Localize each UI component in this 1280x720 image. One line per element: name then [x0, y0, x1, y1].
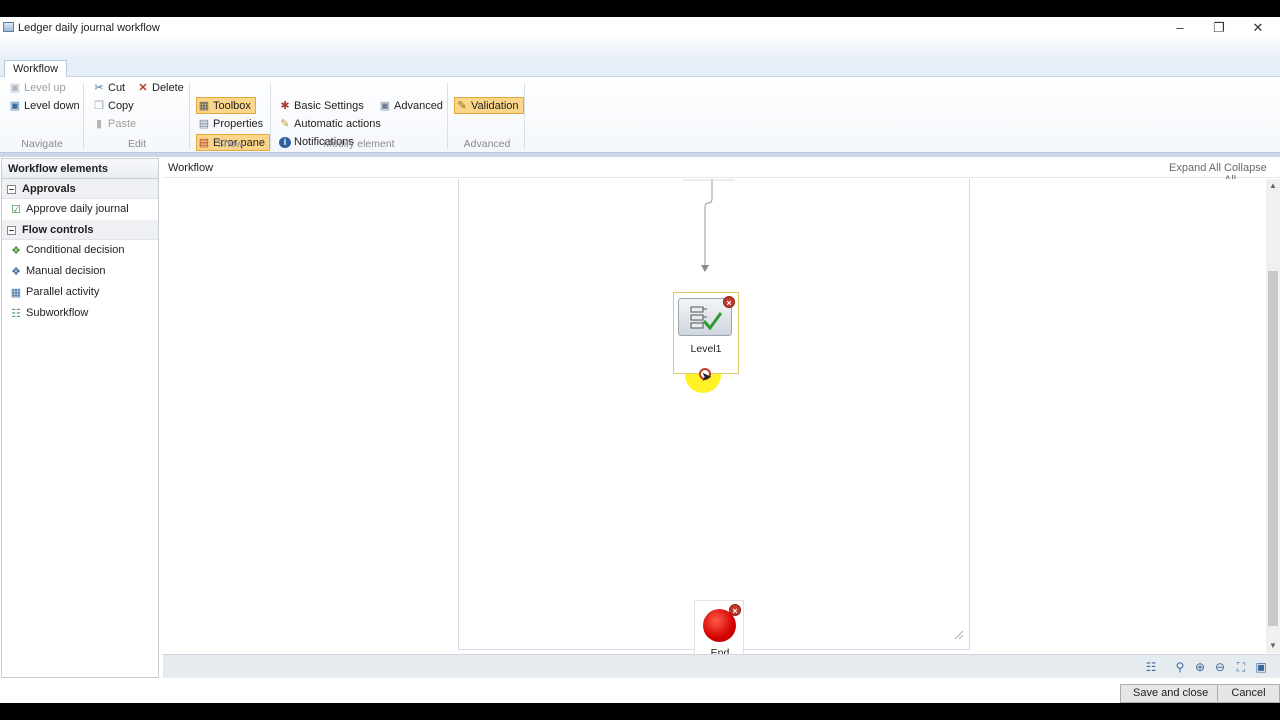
list-item-subworkflow[interactable]: ☷ Subworkflow — [2, 303, 158, 324]
window-title: Ledger daily journal workflow — [18, 22, 160, 34]
navigate-group-label: Navigate — [21, 138, 63, 150]
tab-workflow[interactable]: Workflow — [4, 60, 68, 78]
fit-to-window-icon[interactable]: ⛶ — [1233, 659, 1249, 675]
basic-settings-button[interactable]: ✱ Basic Settings — [278, 98, 363, 115]
mouse-pointer-icon: ➤ — [701, 369, 712, 384]
toolbox-icon: ▦ — [198, 100, 210, 112]
manual-decision-icon: ❖ — [11, 266, 21, 278]
workflow-header: Workflow Expand All Collapse All — [163, 158, 1280, 186]
ribbon: ▣ Level up ▣ Level down Navigate ✂ Cut ✕ Del… — [0, 77, 1280, 153]
properties-icon: ▤ — [198, 118, 210, 130]
group-separator — [83, 83, 84, 149]
layout-icon[interactable]: ☷ — [1143, 659, 1159, 675]
workflow-canvas[interactable] — [163, 179, 1265, 653]
list-item-approve-daily-journal[interactable]: ☑ Approve daily journal — [2, 199, 158, 220]
workflow-node-end[interactable]: × End — [694, 600, 744, 660]
workflow-elements-panel: Workflow elements – Approvals ☑ Approve … — [1, 158, 159, 678]
settings-icon: ✱ — [280, 100, 290, 112]
group-separator — [189, 83, 190, 149]
level-up-button[interactable]: ▣ Level up — [8, 80, 66, 97]
modify-group-label: Modify element — [323, 138, 395, 150]
automatic-actions-button[interactable]: ✎ Automatic actions — [278, 116, 380, 133]
copy-icon: ❐ — [94, 100, 104, 112]
remove-node-icon[interactable]: × — [723, 296, 735, 308]
zoom-in-icon[interactable]: ⊕ — [1192, 659, 1208, 675]
edit-group-label: Edit — [127, 138, 147, 150]
section-approvals[interactable]: – Approvals — [2, 179, 158, 199]
level-up-icon: ▣ — [9, 82, 21, 94]
ribbon-bottom-border — [0, 153, 1280, 157]
connector-lines — [683, 179, 964, 640]
advanced-group-label: Advanced — [463, 138, 511, 150]
automatic-actions-icon: ✎ — [280, 118, 290, 130]
subworkflow-icon: ☷ — [11, 308, 21, 320]
section-flow-controls[interactable]: – Flow controls — [2, 220, 158, 240]
delete-button[interactable]: ✕ Delete — [136, 80, 183, 97]
collapse-icon[interactable]: – — [7, 185, 16, 194]
cut-button[interactable]: ✂ Cut — [92, 80, 125, 97]
scroll-down-icon[interactable]: ▼ — [1269, 641, 1277, 650]
level-down-icon: ▣ — [9, 100, 21, 112]
validation-icon: ✎ — [457, 100, 467, 112]
vertical-scrollbar[interactable]: ▲ ▼ — [1266, 179, 1280, 653]
group-separator — [270, 83, 271, 149]
properties-button[interactable]: ▤ Properties — [197, 116, 263, 133]
list-item-manual-decision[interactable]: ❖ Manual decision — [2, 261, 158, 282]
show-group-label: Show — [216, 138, 244, 150]
scrollbar-thumb[interactable] — [1268, 271, 1278, 626]
ribbon-band — [0, 39, 1280, 57]
minimize-button[interactable]: – — [1166, 19, 1194, 37]
paste-button[interactable]: ▮ Paste — [92, 116, 136, 133]
approval-icon: ☑ — [11, 204, 21, 216]
zoom-out-icon[interactable]: ⊖ — [1212, 659, 1228, 675]
remove-node-icon[interactable]: × — [729, 604, 741, 616]
cancel-button[interactable]: Cancel — [1217, 684, 1280, 703]
scroll-up-icon[interactable]: ▲ — [1269, 181, 1277, 190]
expand-all-link[interactable]: Expand All — [1169, 162, 1221, 174]
level-down-button[interactable]: ▣ Level down — [8, 98, 80, 115]
toolbox-button[interactable]: ▦ Toolbox — [196, 97, 256, 114]
conditional-decision-icon: ❖ — [11, 245, 21, 257]
workflow-node-level1[interactable]: × Level1 — [673, 292, 739, 380]
restore-button[interactable]: ❐ — [1205, 19, 1233, 37]
footer: Save and close Cancel — [0, 680, 1280, 703]
panel-title: Workflow elements — [2, 159, 158, 179]
validation-button[interactable]: ✎ Validation — [454, 97, 524, 114]
workflow-title: Workflow — [168, 162, 214, 174]
workflow-window: Ledger daily journal workflow – ❐ ✕ Work… — [0, 17, 1280, 703]
list-item-conditional-decision[interactable]: ❖ Conditional decision — [2, 240, 158, 261]
actual-size-icon[interactable]: ▣ — [1253, 659, 1269, 675]
paste-icon: ▮ — [95, 118, 103, 130]
save-and-close-button[interactable]: Save and close — [1120, 684, 1222, 703]
title-bar: Ledger daily journal workflow – ❐ ✕ — [0, 17, 1280, 39]
group-separator — [524, 83, 525, 149]
close-button[interactable]: ✕ — [1244, 19, 1272, 37]
advanced-icon: ▣ — [379, 100, 391, 112]
delete-icon: ✕ — [138, 82, 148, 94]
zoom-toolbar: ☷ ⚲ ⊕ ⊖ ⛶ ▣ — [163, 654, 1280, 678]
parallel-activity-icon: ▦ — [10, 287, 22, 299]
node-label: Level1 — [690, 343, 722, 355]
list-item-parallel-activity[interactable]: ▦ Parallel activity — [2, 282, 158, 303]
collapse-icon[interactable]: – — [7, 226, 16, 235]
group-separator — [447, 83, 448, 149]
copy-button[interactable]: ❐ Copy — [92, 98, 134, 115]
app-icon — [3, 22, 14, 32]
ribbon-tab-row: Workflow — [0, 57, 1280, 78]
advanced-button[interactable]: ▣ Advanced — [378, 98, 443, 115]
scissors-icon: ✂ — [94, 82, 104, 94]
zoom-fit-icon[interactable]: ⚲ — [1172, 659, 1188, 675]
